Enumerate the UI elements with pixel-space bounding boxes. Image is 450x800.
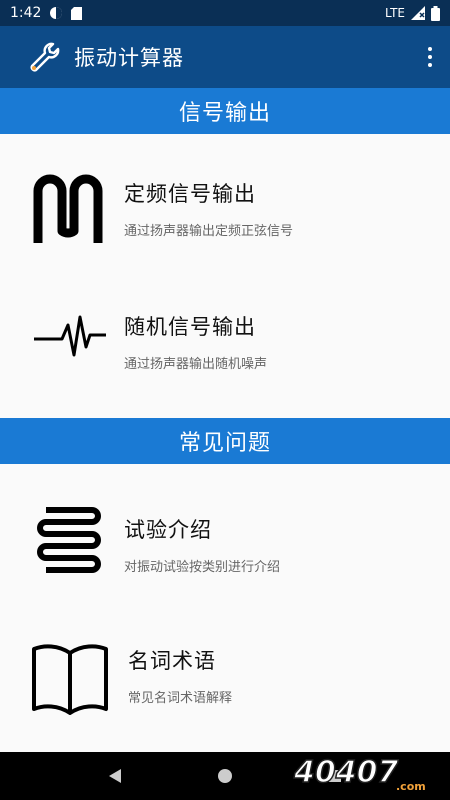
sd-card-icon <box>71 6 83 20</box>
app-title: 振动计算器 <box>74 46 184 70</box>
list-item-random-signal[interactable]: 随机信号输出 通过扬声器输出随机噪声 <box>0 267 450 400</box>
item-subtitle: 通过扬声器输出定频正弦信号 <box>124 224 294 239</box>
watermark-logo: 40407 .com <box>292 754 426 793</box>
signal-icon <box>411 6 425 20</box>
home-button[interactable] <box>215 766 235 786</box>
back-icon <box>109 769 121 783</box>
sine-wave-icon <box>33 174 103 243</box>
back-button[interactable] <box>105 766 125 786</box>
status-bar: 1:42 LTE <box>0 0 450 26</box>
item-subtitle: 常见名词术语解释 <box>128 691 233 706</box>
coil-icon <box>37 507 101 573</box>
list-item-terminology[interactable]: 名词术语 常见名词术语解释 <box>0 597 450 730</box>
app-bar: 振动计算器 <box>0 26 450 88</box>
item-title: 名词术语 <box>128 649 216 673</box>
section-header-faq: 常见问题 <box>0 418 450 464</box>
section-header-signal-output: 信号输出 <box>0 88 450 134</box>
item-subtitle: 对振动试验按类别进行介绍 <box>124 560 281 575</box>
notification-app-icon <box>50 7 63 19</box>
network-type: LTE <box>385 6 405 20</box>
list-item-test-intro[interactable]: 试验介绍 对振动试验按类别进行介绍 <box>0 464 450 597</box>
battery-icon <box>431 5 440 21</box>
overflow-menu-icon[interactable] <box>424 42 436 72</box>
book-icon <box>32 644 108 715</box>
list-item-fixed-frequency[interactable]: 定频信号输出 通过扬声器输出定频正弦信号 <box>0 134 450 267</box>
item-subtitle: 通过扬声器输出随机噪声 <box>124 357 268 372</box>
status-time: 1:42 <box>10 5 42 21</box>
item-title: 随机信号输出 <box>124 315 256 339</box>
home-icon <box>218 769 232 783</box>
item-title: 定频信号输出 <box>124 182 256 206</box>
wrench-icon <box>30 42 60 72</box>
svg-text:40407: 40407 <box>293 755 398 790</box>
item-title: 试验介绍 <box>124 518 212 542</box>
svg-text:.com: .com <box>396 780 426 793</box>
random-signal-icon <box>34 315 106 357</box>
